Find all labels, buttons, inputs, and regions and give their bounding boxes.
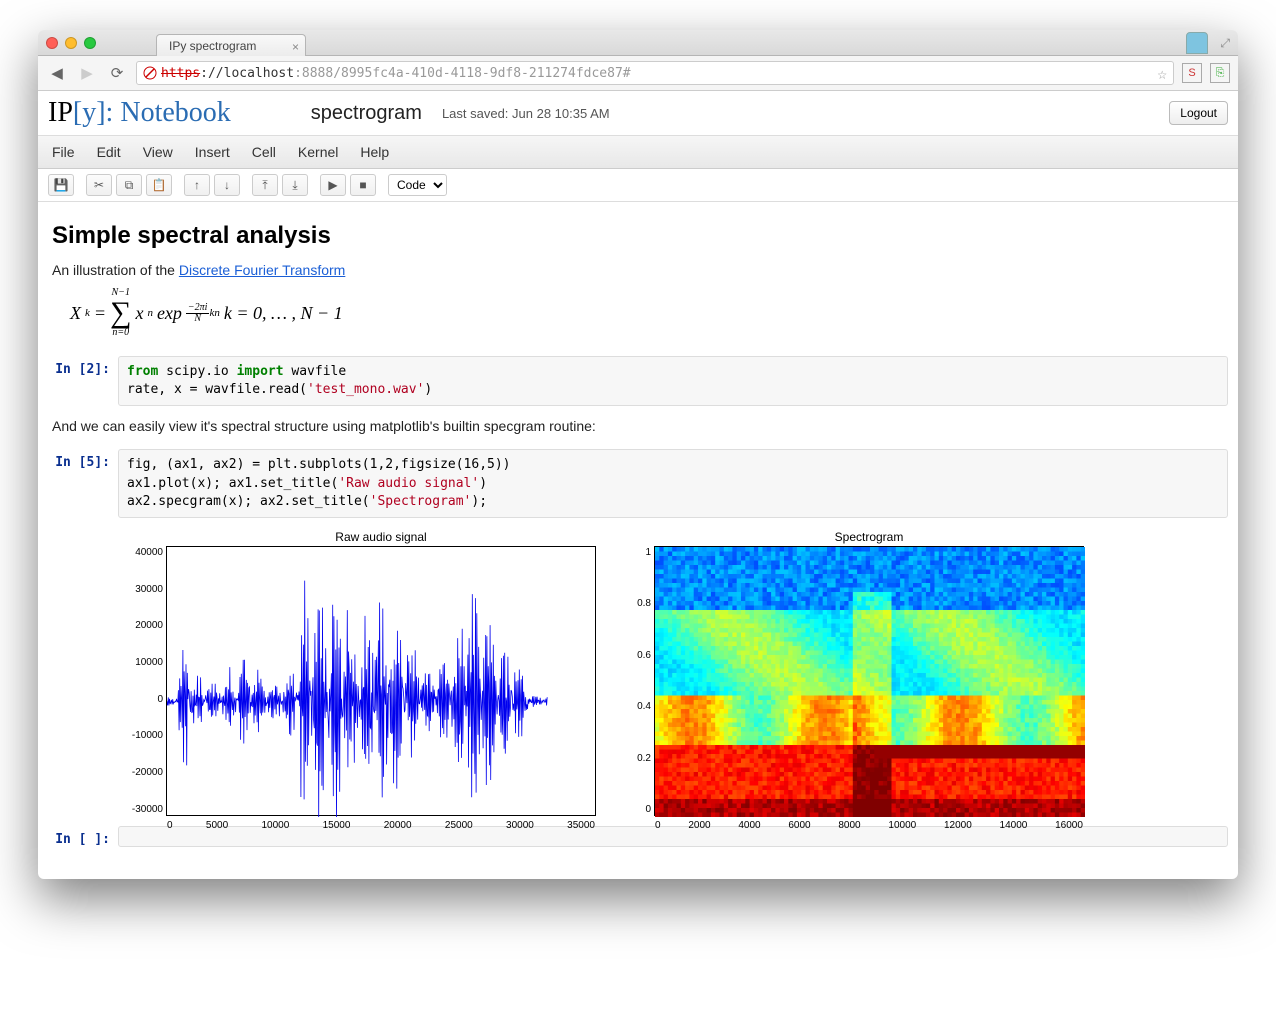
x-axis-ticks: 0200040006000800010000120001400016000: [655, 820, 1083, 831]
dft-link[interactable]: Discrete Fourier Transform: [179, 262, 345, 278]
extension-icon-1[interactable]: S: [1182, 63, 1202, 83]
x-axis-ticks: 05000100001500020000250003000035000: [167, 820, 595, 831]
plot-output: Raw audio signal 400003000020000100000-1…: [118, 530, 1228, 816]
plot-title: Spectrogram: [654, 530, 1084, 544]
dft-formula: Xk = N−1 ∑ n=0 xn exp −2πiNkn k = 0, … ,…: [70, 288, 1224, 338]
menu-insert[interactable]: Insert: [195, 144, 230, 160]
code-input[interactable]: fig, (ax1, ax2) = plt.subplots(1,2,figsi…: [118, 449, 1228, 518]
url-port: :8888: [294, 66, 333, 81]
browser-tab[interactable]: IPy spectrogram ×: [156, 34, 306, 56]
plot-title: Raw audio signal: [166, 530, 596, 544]
move-down-button[interactable]: ↓: [214, 174, 240, 196]
input-prompt: In [2]:: [48, 356, 118, 406]
input-prompt: In [ ]:: [48, 826, 118, 847]
plot-raw-audio: Raw audio signal 400003000020000100000-1…: [166, 530, 596, 816]
waveform-plot: [167, 547, 597, 817]
notebook-header: IP[y]: Notebook spectrogram Last saved: …: [38, 91, 1238, 136]
menu-cell[interactable]: Cell: [252, 144, 276, 160]
y-axis-ticks: 400003000020000100000-10000-20000-30000: [119, 547, 163, 815]
intro-paragraph: An illustration of the Discrete Fourier …: [52, 262, 1224, 278]
url-path: /8995fc4a-410d-4118-9df8-211274fdce87#: [333, 66, 630, 81]
extension-icon-2[interactable]: ⎘: [1210, 63, 1230, 83]
plot-spectrogram: Spectrogram 00.20.40.60.81 0200040006000…: [654, 530, 1084, 816]
browser-window: IPy spectrogram × ⤢ ◀ ▶ ⟳ https ://local…: [38, 30, 1238, 879]
bookmark-star-icon[interactable]: ☆: [1157, 64, 1167, 83]
close-window-button[interactable]: [46, 37, 58, 49]
run-below-button[interactable]: ⤓: [282, 174, 308, 196]
menu-bar: File Edit View Insert Cell Kernel Help: [38, 136, 1238, 169]
code-cell-5[interactable]: In [5]: fig, (ax1, ax2) = plt.subplots(1…: [48, 449, 1228, 518]
page-title: Simple spectral analysis: [52, 222, 1224, 250]
cert-error-icon[interactable]: [143, 66, 157, 80]
url-host: ://localhost: [200, 66, 294, 81]
move-up-button[interactable]: ↑: [184, 174, 210, 196]
cut-button[interactable]: ✂: [86, 174, 112, 196]
address-bar: ◀ ▶ ⟳ https ://localhost :8888 /8995fc4a…: [38, 56, 1238, 91]
logout-button[interactable]: Logout: [1169, 101, 1228, 125]
y-axis-ticks: 00.20.40.60.81: [627, 547, 651, 815]
tool-bar: 💾 ✂ ⧉ 📋 ↑ ↓ ⤒ ⤓ ▶ ■ Code: [38, 169, 1238, 202]
profile-avatar-icon[interactable]: [1186, 32, 1208, 54]
markdown-cell-2[interactable]: And we can easily view it's spectral str…: [48, 418, 1228, 434]
spectrogram-plot: [655, 547, 1085, 817]
minimize-window-button[interactable]: [65, 37, 77, 49]
menu-kernel[interactable]: Kernel: [298, 144, 338, 160]
reload-button[interactable]: ⟳: [106, 62, 128, 84]
tab-title: IPy spectrogram: [169, 39, 256, 53]
menu-edit[interactable]: Edit: [97, 144, 121, 160]
notebook-area: Simple spectral analysis An illustration…: [38, 202, 1238, 879]
output-cell-5: Raw audio signal 400003000020000100000-1…: [48, 530, 1228, 816]
menu-view[interactable]: View: [143, 144, 173, 160]
titlebar: IPy spectrogram × ⤢: [38, 30, 1238, 56]
paste-button[interactable]: 📋: [146, 174, 172, 196]
fullscreen-icon[interactable]: ⤢: [1220, 36, 1230, 51]
code-input[interactable]: from scipy.io import wavfile rate, x = w…: [118, 356, 1228, 406]
url-scheme: https: [161, 66, 200, 81]
interrupt-button[interactable]: ■: [350, 174, 376, 196]
back-button[interactable]: ◀: [46, 62, 68, 84]
menu-file[interactable]: File: [52, 144, 75, 160]
copy-button[interactable]: ⧉: [116, 174, 142, 196]
ipython-logo: IP[y]: Notebook: [48, 97, 231, 129]
markdown-cell-1[interactable]: Simple spectral analysis An illustration…: [48, 222, 1228, 338]
menu-help[interactable]: Help: [360, 144, 389, 160]
run-above-button[interactable]: ⤒: [252, 174, 278, 196]
input-prompt: In [5]:: [48, 449, 118, 518]
code-cell-2[interactable]: In [2]: from scipy.io import wavfile rat…: [48, 356, 1228, 406]
zoom-window-button[interactable]: [84, 37, 96, 49]
url-input[interactable]: https ://localhost :8888 /8995fc4a-410d-…: [136, 61, 1174, 85]
run-button[interactable]: ▶: [320, 174, 346, 196]
save-button[interactable]: 💾: [48, 174, 74, 196]
cell-type-select[interactable]: Code: [388, 174, 447, 196]
forward-button[interactable]: ▶: [76, 62, 98, 84]
last-saved-label: Last saved: Jun 28 10:35 AM: [442, 106, 610, 121]
notebook-name[interactable]: spectrogram: [311, 102, 422, 125]
tab-close-icon[interactable]: ×: [292, 40, 299, 54]
